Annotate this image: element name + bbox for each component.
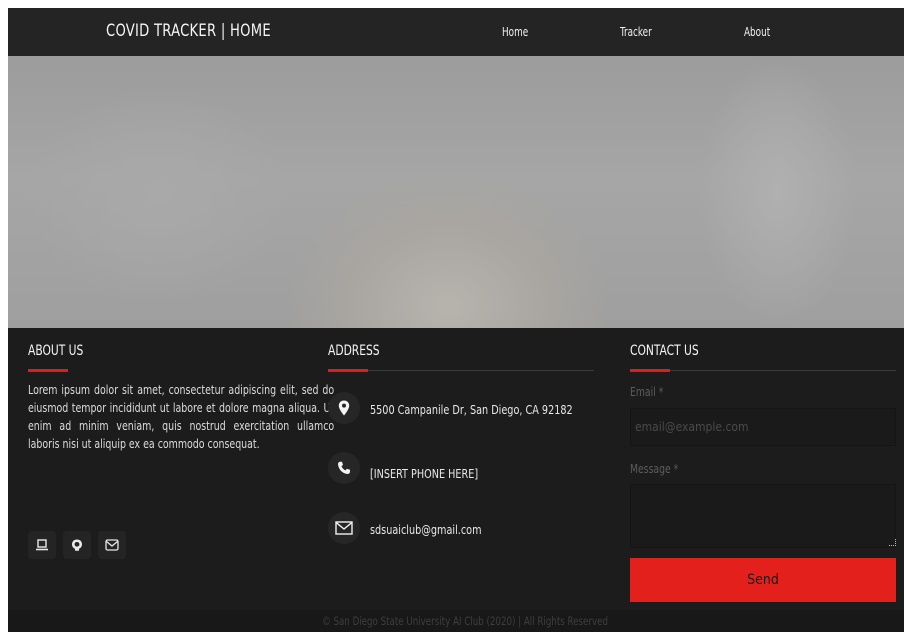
- address-title: ADDRESS: [328, 343, 380, 359]
- nav-link-home[interactable]: Home: [502, 25, 528, 39]
- about-title: ABOUT US: [28, 343, 84, 359]
- message-label: Message *: [630, 462, 679, 476]
- laptop-icon: [36, 539, 48, 551]
- hero-blur-left: [28, 86, 288, 306]
- resize-grip-icon[interactable]: [889, 539, 896, 546]
- envelope-icon: [335, 521, 353, 535]
- contact-divider: [630, 369, 670, 372]
- address-divider: [328, 369, 368, 372]
- mail-button[interactable]: [98, 531, 126, 559]
- nav-link-about[interactable]: About: [744, 25, 770, 39]
- message-field[interactable]: [630, 484, 896, 548]
- email-label: Email *: [630, 385, 664, 399]
- github-button[interactable]: [63, 531, 91, 559]
- address-email[interactable]: sdsuaiclub@gmail.com: [370, 522, 482, 537]
- address-location: 5500 Campanile Dr, San Diego, CA 92182: [370, 402, 573, 417]
- about-text: Lorem ipsum dolor sit amet, consectetur …: [28, 383, 335, 451]
- phone-icon: [338, 461, 350, 474]
- phone-icon-wrap: [328, 452, 360, 484]
- copyright-text: © San Diego State University AI Club (20…: [322, 614, 608, 628]
- github-icon: [72, 539, 82, 551]
- email-icon-wrap: [328, 512, 360, 544]
- hero-image: [8, 56, 904, 328]
- nav-link-tracker[interactable]: Tracker: [620, 25, 652, 39]
- mail-icon: [105, 539, 119, 551]
- send-button[interactable]: Send: [630, 558, 896, 602]
- address-phone: [INSERT PHONE HERE]: [370, 466, 479, 481]
- navbar: COVID TRACKER | HOME Home Tracker About: [8, 8, 904, 56]
- about-divider: [28, 369, 68, 372]
- contact-title: CONTACT US: [630, 343, 699, 359]
- brand-title[interactable]: COVID TRACKER | HOME: [106, 21, 271, 41]
- page-frame: COVID TRACKER | HOME Home Tracker About …: [8, 8, 904, 632]
- email-field[interactable]: [630, 408, 896, 446]
- hero-blur-right: [698, 56, 858, 328]
- location-pin-icon: [338, 400, 350, 416]
- laptop-button[interactable]: [28, 531, 56, 559]
- hero-blur-center: [288, 176, 608, 328]
- location-icon-wrap: [328, 392, 360, 424]
